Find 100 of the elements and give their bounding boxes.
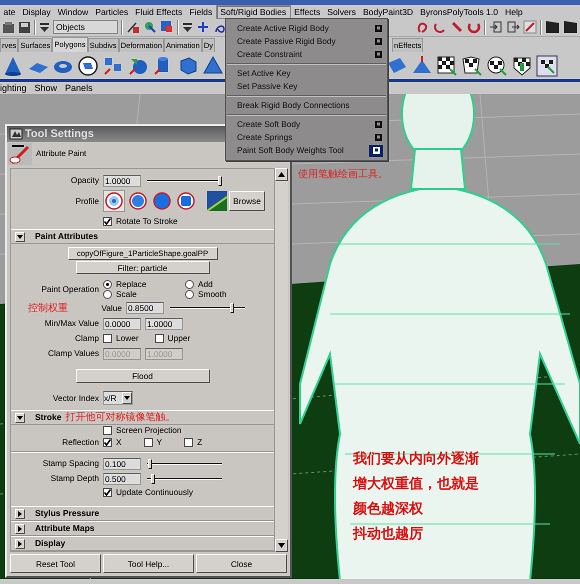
checkbox[interactable]: [184, 438, 194, 446]
filter-button[interactable]: Filter: particle: [76, 261, 210, 274]
menu-item[interactable]: Display: [18, 6, 54, 18]
checkbox[interactable]: [103, 426, 112, 435]
menu-item[interactable]: Paint Soft Body Weights Tool: [237, 144, 344, 157]
magnet-icon[interactable]: [450, 20, 464, 34]
selection-mode-field[interactable]: Objects: [53, 20, 118, 34]
option-box[interactable]: [374, 120, 383, 129]
section-title: Display: [35, 537, 66, 550]
menu-item[interactable]: Create Constraint: [237, 48, 302, 61]
field-label: Stamp Spacing: [42, 457, 100, 470]
radio-button[interactable]: [103, 280, 112, 288]
checkbox[interactable]: [103, 488, 112, 496]
radio-button[interactable]: [185, 290, 194, 298]
save-icon[interactable]: [18, 20, 31, 34]
option-box[interactable]: [374, 133, 383, 142]
menu-item[interactable]: Create Active Rigid Body: [237, 22, 329, 35]
checker-icon[interactable]: [461, 54, 483, 76]
pyramid-icon[interactable]: [202, 54, 224, 76]
checker-icon[interactable]: [436, 54, 458, 76]
value-field[interactable]: 0.8500: [126, 302, 164, 314]
dialog-button[interactable]: Close: [196, 554, 287, 573]
select-icon[interactable]: [126, 20, 140, 34]
clapper-icon[interactable]: [545, 20, 560, 34]
checker-icon[interactable]: [536, 54, 558, 76]
max-field[interactable]: 1.0000: [145, 318, 183, 330]
slider-thumb[interactable]: [230, 303, 234, 313]
option-box[interactable]: [374, 24, 383, 33]
browse-button[interactable]: Browse: [229, 191, 265, 211]
field-label: Stamp Depth: [50, 472, 100, 485]
menu-item[interactable]: Solvers: [324, 6, 360, 18]
menu-item[interactable]: Soft/Rigid Bodies: [216, 4, 291, 18]
output-icon[interactable]: [506, 20, 520, 34]
dialog-button[interactable]: Tool Help...: [103, 554, 194, 573]
menu-item[interactable]: Create Soft Body: [237, 118, 300, 131]
menu-item[interactable]: Create Passive Rigid Body: [237, 35, 336, 48]
menu-item[interactable]: Fluid Effects: [132, 6, 186, 18]
dialog-button[interactable]: Reset Tool: [10, 554, 101, 573]
stamp-depth-field[interactable]: 0.500: [103, 472, 141, 484]
checkbox[interactable]: [103, 334, 112, 343]
menu-item[interactable]: BodyPaint3D: [359, 6, 417, 18]
opacity-field[interactable]: 1.0000: [103, 174, 141, 186]
vector-index-dropdown[interactable]: x/R: [103, 391, 133, 405]
menu-item[interactable]: ByronsPolyTools 1.0: [416, 6, 502, 18]
slider[interactable]: [170, 302, 245, 314]
radio-button[interactable]: [103, 290, 112, 298]
flood-button[interactable]: Flood: [76, 369, 210, 383]
menu-item[interactable]: Create Springs: [237, 131, 292, 144]
texture-swatch[interactable]: [207, 191, 227, 211]
scroll-down-icon[interactable]: [278, 543, 285, 548]
menu-item[interactable]: Break Rigid Body Connections: [237, 99, 350, 112]
clapper-icon[interactable]: [563, 20, 578, 34]
option-box[interactable]: [369, 144, 383, 156]
radio-label: Scale: [116, 288, 137, 300]
slider-thumb[interactable]: [218, 176, 222, 186]
menu-item[interactable]: Help: [501, 6, 526, 18]
dropdown-icon[interactable]: [39, 20, 50, 34]
checkbox[interactable]: [154, 334, 164, 343]
disc-icon[interactable]: [77, 54, 99, 76]
menu-item[interactable]: Set Active Key: [237, 67, 290, 80]
select-icon[interactable]: [160, 20, 174, 34]
menu-item[interactable]: Fields: [186, 6, 216, 18]
radio-button[interactable]: [185, 280, 194, 288]
checkbox[interactable]: [144, 438, 153, 446]
checkbox[interactable]: [103, 438, 112, 446]
checker-icon[interactable]: [511, 54, 533, 76]
magnet-icon[interactable]: [416, 20, 430, 34]
brush-profile-button[interactable]: [103, 190, 125, 212]
section-title: Attribute Maps: [35, 522, 94, 535]
scrollbar[interactable]: [275, 168, 288, 552]
slider[interactable]: [147, 174, 222, 186]
option-box[interactable]: [374, 37, 383, 46]
annotation: 颜色越深权: [353, 500, 424, 517]
panel-menu-item[interactable]: Panels: [65, 82, 93, 94]
stamp-spacing-field[interactable]: 0.100: [103, 458, 141, 470]
input-icon[interactable]: [489, 20, 503, 34]
plus-icon[interactable]: [196, 20, 210, 34]
field-label: Min/Max Value: [44, 317, 100, 330]
menu-item[interactable]: Set Passive Key: [237, 80, 298, 93]
slider[interactable]: [147, 458, 222, 470]
edit-icon[interactable]: [523, 20, 537, 34]
menu-item[interactable]: ate: [0, 6, 19, 18]
cone-icon[interactable]: [2, 54, 24, 76]
checkbox-label: Z: [197, 436, 202, 448]
checkbox[interactable]: [103, 217, 112, 226]
slider-thumb[interactable]: [148, 458, 152, 468]
option-box[interactable]: [374, 50, 383, 59]
panel-menu-item[interactable]: ighting: [0, 82, 27, 94]
dropdown-icon[interactable]: [182, 20, 193, 34]
slider-thumb[interactable]: [151, 474, 156, 484]
panel-menu-item[interactable]: Show: [34, 82, 58, 94]
checker-icon[interactable]: [486, 54, 508, 76]
select-icon[interactable]: [142, 20, 157, 34]
menu-item[interactable]: Particles: [92, 6, 132, 18]
menu-item[interactable]: Window: [54, 6, 92, 18]
min-field[interactable]: 0.0000: [103, 318, 141, 330]
scroll-up-icon[interactable]: [278, 172, 285, 177]
checkbox-label: Screen Projection: [116, 424, 182, 437]
slider[interactable]: [147, 472, 222, 484]
menu-item[interactable]: Effects: [290, 6, 324, 18]
